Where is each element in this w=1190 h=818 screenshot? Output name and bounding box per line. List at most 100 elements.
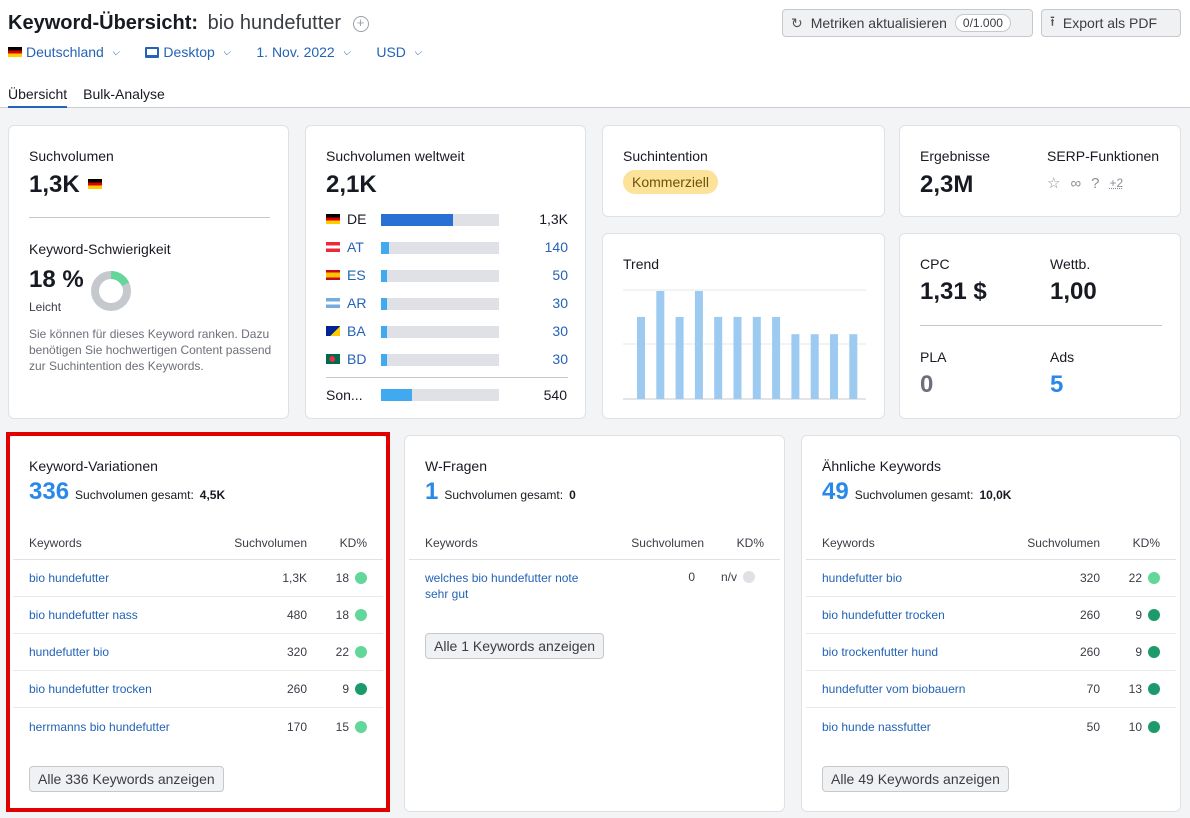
all-similar-button[interactable]: Alle 49 Keywords anzeigen xyxy=(822,766,1009,792)
keyword-kd: 22 xyxy=(1100,571,1160,585)
similar-summary: 49 Suchvolumen gesamt: 10,0K xyxy=(822,478,1011,506)
kd-number: 9 xyxy=(1135,645,1142,659)
country-row: ES 50 xyxy=(326,267,568,285)
tab-overview[interactable]: Übersicht xyxy=(8,86,68,108)
kd-number: 13 xyxy=(1128,682,1142,696)
cpc-value: 1,31 $ xyxy=(920,278,987,305)
country-code[interactable]: ES xyxy=(347,267,366,283)
star-icon[interactable]: ☆ xyxy=(1047,174,1060,192)
keyword-volume: 260 xyxy=(1079,608,1100,622)
ar-flag-icon xyxy=(326,298,340,308)
trend-bar[interactable] xyxy=(694,291,703,399)
add-plus-icon[interactable]: + xyxy=(352,16,369,32)
table-row: hundefutter vom biobauern 70 13 xyxy=(806,671,1176,708)
keyword-link[interactable]: welches bio hundefutter note sehr gut xyxy=(425,570,605,602)
keyword-link[interactable]: bio hundefutter trocken xyxy=(822,608,1010,622)
trend-bar[interactable] xyxy=(772,316,781,399)
variations-count[interactable]: 336 xyxy=(29,478,69,506)
device-select[interactable]: Desktop ⌵ xyxy=(145,44,230,60)
upload-icon: ⭱ xyxy=(1050,13,1055,29)
kd-dot-icon xyxy=(1148,572,1160,584)
country-value[interactable]: 30 xyxy=(552,323,568,339)
global-volume-value: 2,1K xyxy=(326,171,377,198)
trend-card: Trend xyxy=(602,233,885,419)
other-countries-label: Son... xyxy=(326,387,363,403)
table-header: Keywords Suchvolumen KD% xyxy=(806,527,1176,560)
trend-bar[interactable] xyxy=(810,334,819,399)
date-select[interactable]: 1. Nov. 2022 ⌵ xyxy=(256,44,350,60)
currency-select[interactable]: USD ⌵ xyxy=(376,44,421,60)
country-row: BA 30 xyxy=(326,323,568,341)
col-volume: Suchvolumen xyxy=(1027,536,1100,550)
keyword-link[interactable]: bio trockenfutter hund xyxy=(822,645,1010,659)
keyword-link[interactable]: bio hunde nassfutter xyxy=(822,720,1010,734)
trend-bar[interactable] xyxy=(791,334,800,399)
trend-bar[interactable] xyxy=(637,316,645,399)
table-row: bio trockenfutter hund 260 9 xyxy=(806,634,1176,671)
keyword-link[interactable]: hundefutter bio xyxy=(29,645,217,659)
similar-count[interactable]: 49 xyxy=(822,478,849,506)
competition-label: Wettb. xyxy=(1050,256,1091,272)
trend-bar[interactable] xyxy=(714,316,723,399)
trend-bar[interactable] xyxy=(752,316,761,399)
keyword-volume: 170 xyxy=(286,719,307,734)
trend-bar[interactable] xyxy=(656,291,665,399)
keyword-kd: 18 xyxy=(307,571,367,585)
country-value[interactable]: 30 xyxy=(552,351,568,367)
keyword-link[interactable]: hundefutter bio xyxy=(822,571,1010,585)
country-bar-fill xyxy=(381,298,387,310)
keyword-link[interactable]: hundefutter vom biobauern xyxy=(822,682,1010,696)
keyword-volume: 320 xyxy=(1079,571,1100,585)
country-code[interactable]: AR xyxy=(347,295,366,311)
all-questions-button[interactable]: Alle 1 Keywords anzeigen xyxy=(425,633,605,659)
country-value[interactable]: 140 xyxy=(545,239,568,255)
export-pdf-button[interactable]: ⭱ Export als PDF xyxy=(1041,9,1181,37)
keyword-volume: 260 xyxy=(286,682,307,696)
kd-number: 9 xyxy=(1135,608,1142,622)
country-code[interactable]: AT xyxy=(347,239,364,255)
country-bar xyxy=(381,214,499,226)
trend-bar[interactable] xyxy=(849,334,858,399)
link-icon[interactable]: ∞ xyxy=(1070,175,1081,192)
keyword-link[interactable]: bio hundefutter trocken xyxy=(29,682,217,696)
serp-features-label: SERP-Funktionen xyxy=(1047,148,1160,164)
pla-value: 0 xyxy=(920,371,934,398)
similar-total-label: Suchvolumen gesamt: xyxy=(854,488,974,502)
cpc-card: CPC 1,31 $ Wettb. 1,00 PLA 0 Ads 5 xyxy=(899,233,1181,419)
keyword-kd: 18 xyxy=(307,608,367,622)
refresh-metrics-button[interactable]: ↻ Metriken aktualisieren 0/1.000 xyxy=(782,9,1033,37)
kd-dot-icon xyxy=(743,571,755,583)
keyword-link[interactable]: bio hundefutter xyxy=(29,571,217,585)
divider xyxy=(326,377,568,378)
questions-count[interactable]: 1 xyxy=(425,478,438,506)
keyword-volume: 0 xyxy=(688,570,695,584)
volume-label: Suchvolumen xyxy=(29,148,114,164)
page-title: Keyword-Übersicht: bio hundefutter + xyxy=(8,12,369,35)
all-variations-button[interactable]: Alle 336 Keywords anzeigen xyxy=(29,766,224,792)
trend-bar[interactable] xyxy=(830,334,838,399)
trend-chart xyxy=(623,289,866,400)
country-select[interactable]: Deutschland ⌵ xyxy=(8,44,119,60)
table-row: welches bio hundefutter note sehr gut 0 … xyxy=(409,560,780,610)
trend-bar[interactable] xyxy=(675,316,684,399)
trend-bar[interactable] xyxy=(733,316,742,399)
ba-flag-icon xyxy=(326,326,340,336)
chevron-down-icon: ⌵ xyxy=(342,46,351,58)
country-code[interactable]: BA xyxy=(347,323,366,339)
filter-bar: Deutschland ⌵ Desktop ⌵ 1. Nov. 2022 ⌵ U… xyxy=(8,44,421,60)
ads-value[interactable]: 5 xyxy=(1050,371,1063,399)
country-value[interactable]: 50 xyxy=(552,267,568,283)
serp-more-link[interactable]: +2 xyxy=(1110,176,1124,190)
tab-bulk-analysis[interactable]: Bulk-Analyse xyxy=(83,86,165,108)
country-value[interactable]: 30 xyxy=(552,295,568,311)
table-body: bio hundefutter 1,3K 18 bio hundefutter … xyxy=(13,560,383,745)
kd-number: 10 xyxy=(1128,719,1142,734)
question-icon[interactable]: ? xyxy=(1091,175,1099,192)
export-label: Export als PDF xyxy=(1062,15,1158,31)
keyword-volume: 320 xyxy=(286,645,307,659)
country-bar xyxy=(381,242,499,254)
keyword-link[interactable]: bio hundefutter nass xyxy=(29,608,217,622)
keyword-link[interactable]: herrmanns bio hundefutter xyxy=(29,720,217,734)
questions-title: W-Fragen xyxy=(425,458,487,474)
country-code[interactable]: BD xyxy=(347,351,366,367)
